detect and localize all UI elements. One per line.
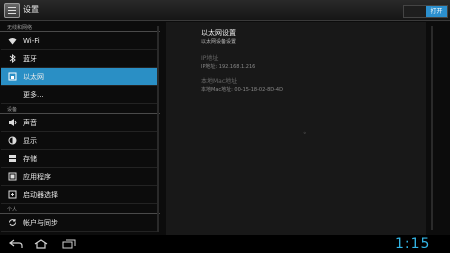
sidebar-item-more[interactable]: 更多... [1, 86, 159, 104]
recent-apps-icon[interactable] [61, 238, 77, 250]
sidebar-item-launcher[interactable]: 启动器选择 [1, 186, 159, 204]
ethernet-toggle-label: 打开 [426, 6, 447, 17]
wifi-icon [8, 36, 17, 45]
speaker-icon [8, 118, 17, 127]
display-icon [8, 136, 17, 145]
sidebar-item-display[interactable]: 显示 [1, 132, 159, 150]
sidebar-item-bluetooth[interactable]: 蓝牙 [1, 50, 159, 68]
sidebar-item-accounts-sync[interactable]: 帐户与同步 [1, 214, 159, 232]
sidebar-item-label: 更多... [23, 90, 44, 99]
section-header-wireless: 无线和网络 [0, 22, 160, 32]
settings-app-icon[interactable] [4, 3, 20, 18]
home-icon[interactable] [33, 238, 49, 250]
ethernet-toggle[interactable]: 打开 [403, 5, 448, 18]
navigation-bar: 1:15 [0, 235, 450, 253]
launcher-icon [8, 190, 17, 199]
sidebar-item-label: 以太网 [23, 72, 44, 81]
sidebar-item-label: Wi-Fi [23, 36, 40, 45]
mac-address-value: 本地Mac地址: 00-15-18-02-8D-4D [201, 87, 283, 93]
action-bar: 设置 打开 [0, 0, 450, 21]
bluetooth-icon [8, 54, 17, 63]
sidebar-item-sound[interactable]: 声音 [1, 114, 159, 132]
back-icon[interactable] [8, 238, 24, 250]
section-header-device: 设备 [0, 104, 160, 114]
sidebar-item-storage[interactable]: 存储 [1, 150, 159, 168]
sidebar-item-label: 帐户与同步 [23, 218, 58, 227]
apps-icon [8, 172, 17, 181]
ethernet-detail-panel: 以太网设置 以太网设备设置 IP地址 IP地址: 192.168.1.216 本… [166, 22, 426, 235]
mouse-cursor-icon: ◦ [303, 130, 307, 137]
mac-address-heading: 本地Mac地址 [201, 78, 238, 85]
ethernet-icon [8, 72, 17, 81]
sync-icon [8, 218, 17, 227]
page-title: 以太网设置 [201, 29, 236, 37]
sidebar-item-label: 应用程序 [23, 172, 51, 181]
right-scrollbar[interactable] [431, 26, 433, 230]
sidebar-item-label: 存储 [23, 154, 37, 163]
ip-address-value: IP地址: 192.168.1.216 [201, 64, 256, 70]
page-subtitle: 以太网设备设置 [201, 39, 237, 45]
status-clock: 1:15 [395, 236, 431, 252]
left-scrollbar[interactable] [157, 26, 159, 232]
sidebar-item-label: 声音 [23, 118, 37, 127]
settings-list: 无线和网络 Wi-Fi 蓝牙 以太网 更多... 设备 声音 显示 存储 应用程… [0, 22, 160, 235]
sidebar-item-label: 蓝牙 [23, 54, 37, 63]
ip-address-heading: IP地址 [201, 55, 219, 62]
sidebar-item-label: 显示 [23, 136, 37, 145]
sidebar-item-wifi[interactable]: Wi-Fi [1, 32, 159, 50]
app-title: 设置 [23, 5, 39, 14]
section-header-personal: 个人 [0, 204, 160, 214]
sidebar-item-label: 启动器选择 [23, 190, 58, 199]
storage-icon [8, 154, 17, 163]
sidebar-item-apps[interactable]: 应用程序 [1, 168, 159, 186]
sidebar-item-ethernet[interactable]: 以太网 [1, 68, 159, 86]
